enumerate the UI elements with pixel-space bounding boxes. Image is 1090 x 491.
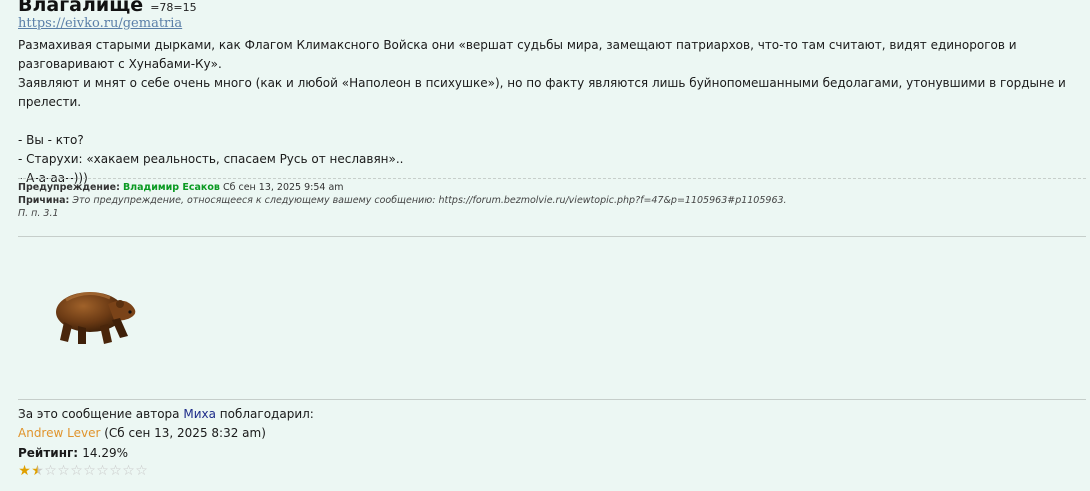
warning-divider: [18, 178, 1086, 179]
bear-image: [56, 292, 136, 344]
moderator-name[interactable]: Владимир Есаков: [123, 182, 220, 193]
warning-date: Сб сен 13, 2025 9:54 am: [222, 182, 344, 193]
signature-divider: [18, 236, 1086, 237]
star-icon: ☆: [83, 463, 96, 479]
clause-text: П. п. 3.1: [18, 208, 59, 219]
rating-stars: ★★☆☆☆☆☆☆☆☆: [18, 463, 148, 479]
post-paragraph: Заявляют и мнят о себе очень много (как …: [18, 76, 1066, 109]
reason-label: Причина:: [18, 195, 70, 206]
star-icon: ☆: [109, 463, 122, 479]
rating-line: Рейтинг: 14.29%: [18, 446, 128, 460]
warning-block: Предупреждение: Владимир Есаков Сб сен 1…: [18, 181, 787, 220]
thanks-line: За это сообщение автора Миха поблагодари…: [18, 405, 314, 424]
post-paragraph: - Старухи: «хакаем реальность, спасаем Р…: [18, 152, 404, 166]
gematria-value: =78=15: [150, 1, 197, 14]
rating-value: 14.29%: [82, 446, 129, 460]
star-icon: ☆: [70, 463, 83, 479]
reason-line: Причина: Это предупреждение, относящееся…: [18, 194, 787, 207]
star-icon: ☆: [135, 463, 148, 479]
thanks-divider: [18, 399, 1086, 400]
thanks-user-line: Andrew Lever (Сб сен 13, 2025 8:32 am): [18, 424, 314, 443]
star-icon: ☆: [57, 463, 70, 479]
star-icon: ★: [31, 463, 44, 479]
post-title: Влагалище: [18, 0, 144, 16]
thanks-prefix: За это сообщение автора: [18, 407, 180, 421]
post-paragraph: - Вы - кто?: [18, 133, 84, 147]
thanks-date: (Сб сен 13, 2025 8:32 am): [104, 426, 266, 440]
rating-label: Рейтинг:: [18, 446, 79, 460]
gematria-link[interactable]: https://eivko.ru/gematria: [18, 16, 182, 31]
star-icon: ☆: [44, 463, 57, 479]
star-icon: ☆: [122, 463, 135, 479]
thanks-author-link[interactable]: Миха: [183, 407, 216, 421]
post-title-row: Влагалище =78=15: [18, 0, 197, 16]
star-icon: ☆: [96, 463, 109, 479]
thanks-block: За это сообщение автора Миха поблагодари…: [18, 405, 314, 443]
thanks-suffix: поблагодарил:: [219, 407, 314, 421]
warning-label: Предупреждение:: [18, 182, 120, 193]
clause-line: П. п. 3.1: [18, 207, 787, 220]
post-body: Размахивая старыми дырками, как Флагом К…: [18, 36, 1078, 188]
post-paragraph-gap: [18, 112, 1078, 131]
warning-line: Предупреждение: Владимир Есаков Сб сен 1…: [18, 181, 787, 194]
star-icon: ★: [18, 463, 31, 479]
reason-text: Это предупреждение, относящееся к следую…: [72, 195, 787, 206]
post-paragraph: Размахивая старыми дырками, как Флагом К…: [18, 38, 1017, 71]
thanks-user-link[interactable]: Andrew Lever: [18, 426, 100, 440]
